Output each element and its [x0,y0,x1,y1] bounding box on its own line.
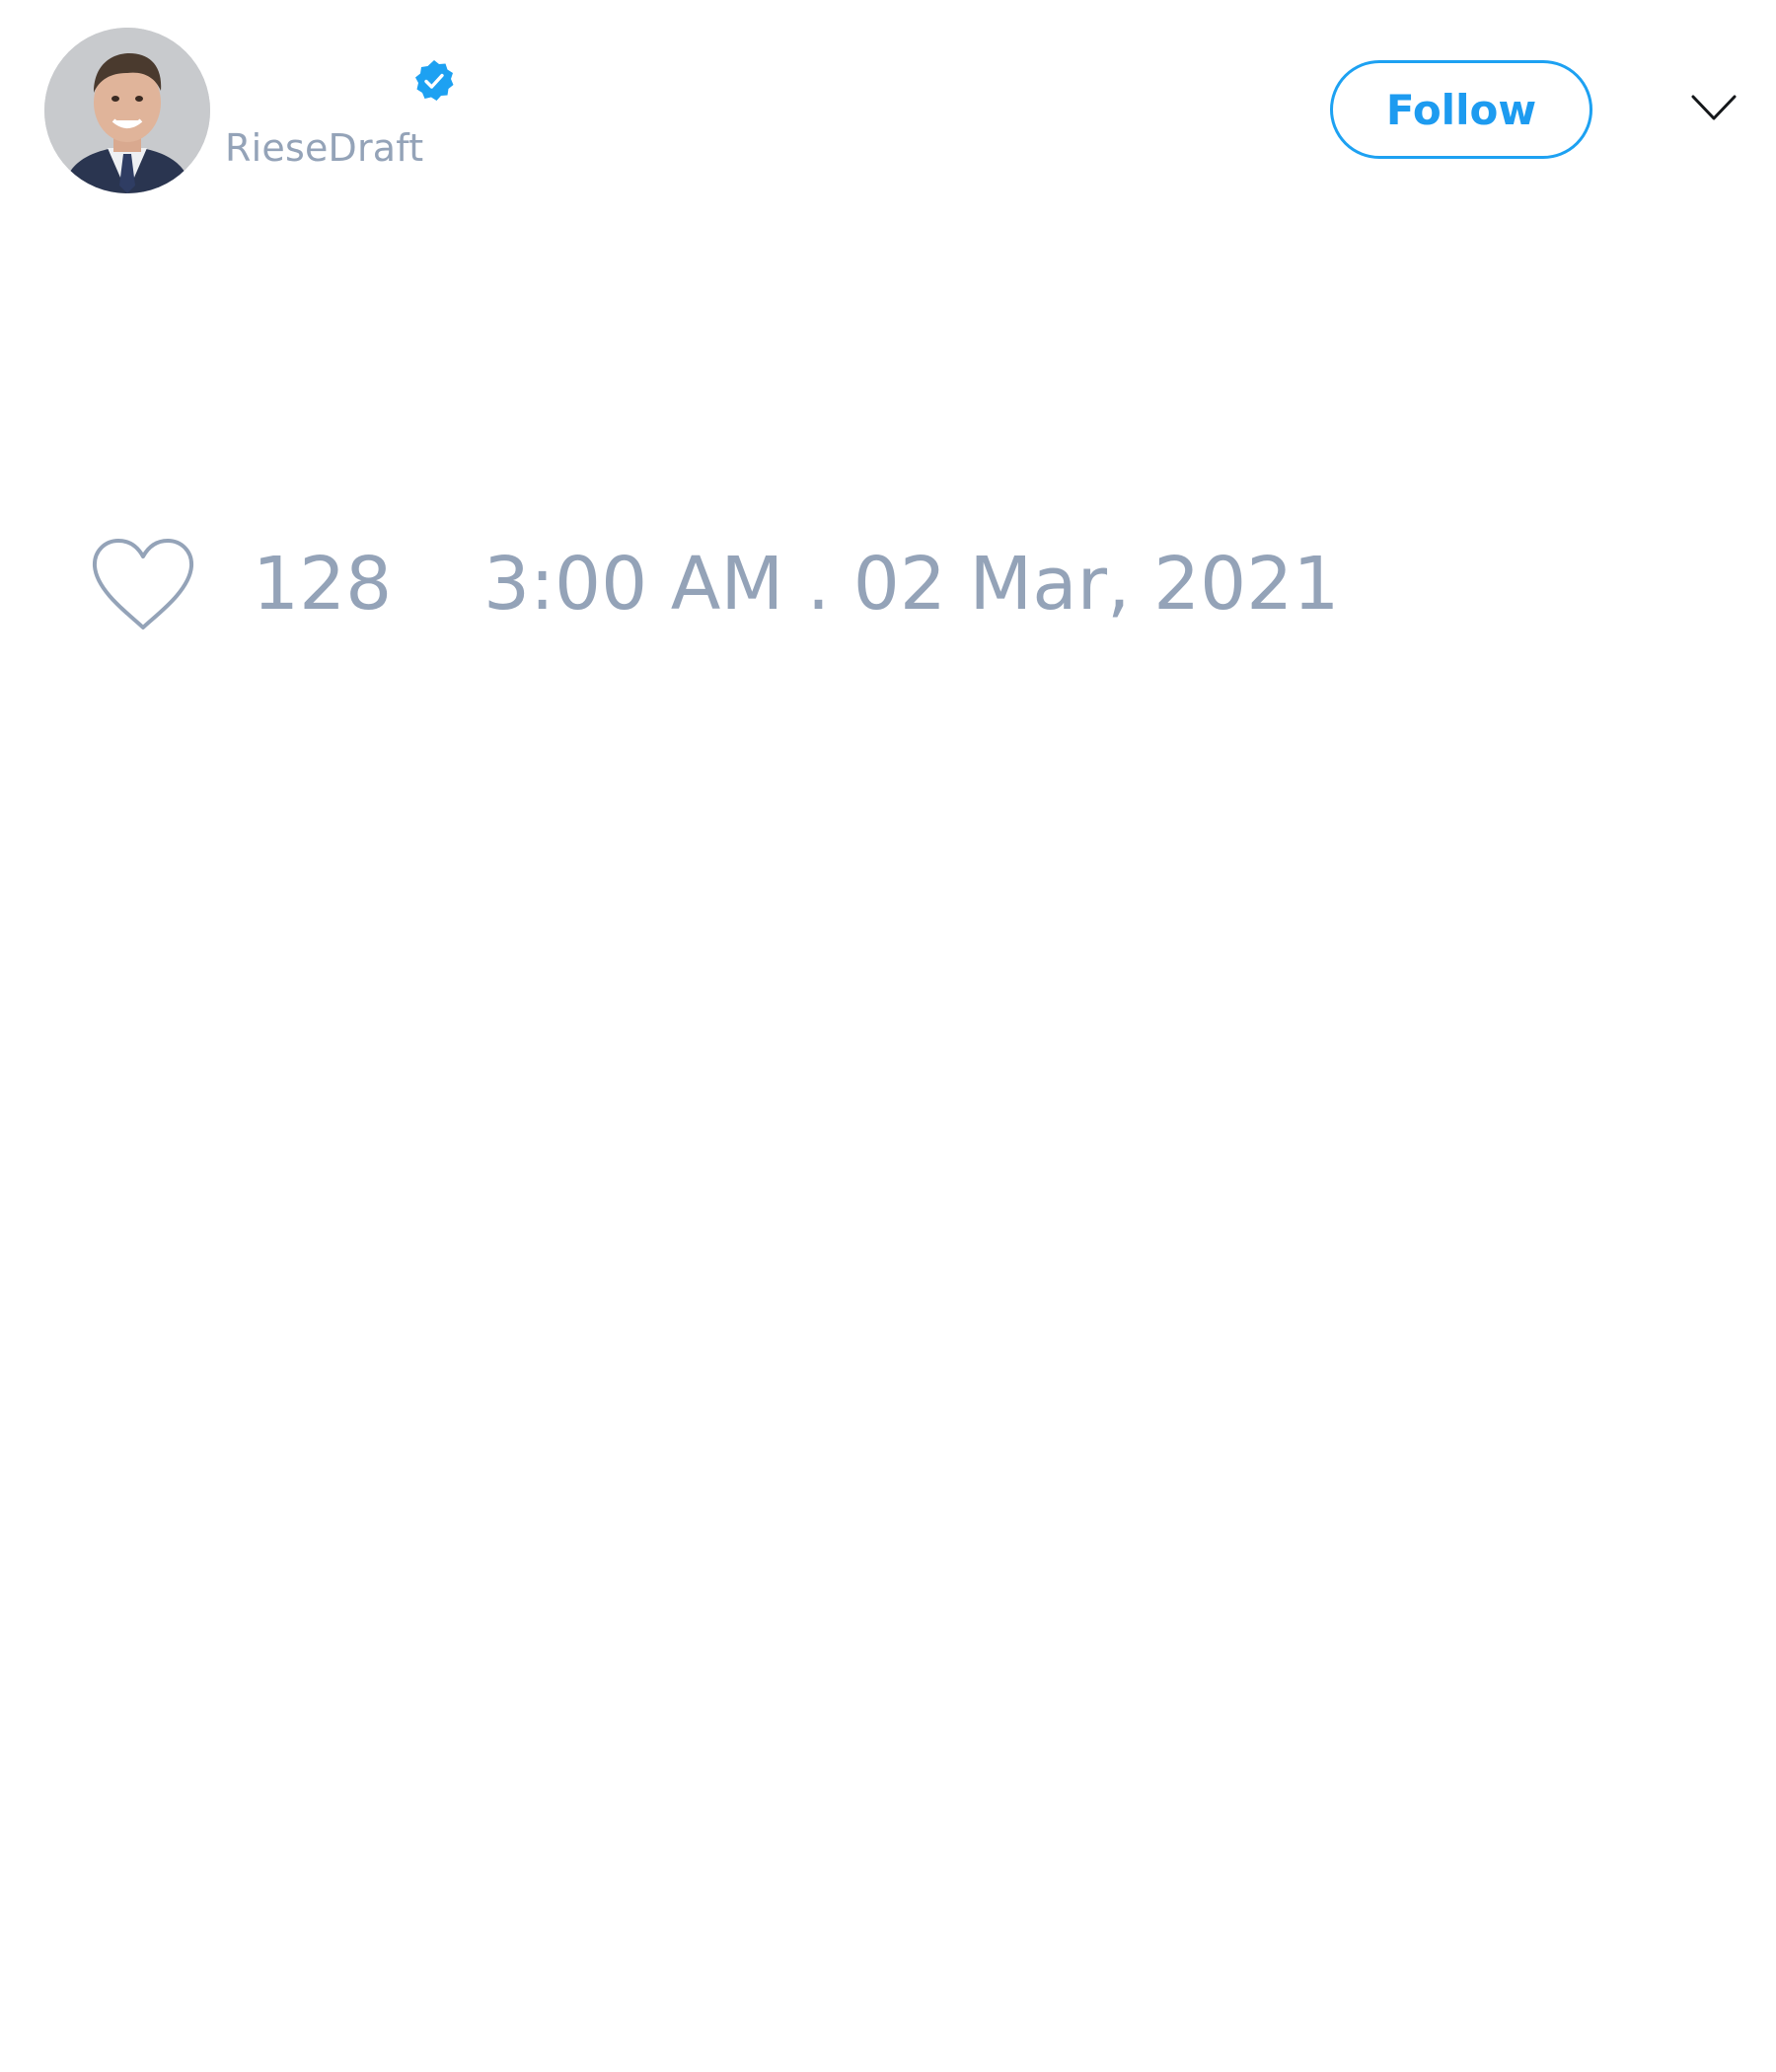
follow-button[interactable]: Follow [1330,60,1592,159]
tweet-footer: 128 3:00 AM . 02 Mar, 2021 [0,533,1776,651]
heart-icon[interactable] [89,533,197,641]
profile-photo-icon [44,28,210,193]
chevron-down-icon[interactable] [1689,89,1739,128]
username[interactable]: RieseDraft [225,126,423,170]
like-count: 128 [253,542,393,627]
verified-badge-icon [415,60,454,101]
tweet-header: RieseDraft Follow [0,0,1776,207]
avatar[interactable] [44,28,210,193]
tweet-timestamp[interactable]: 3:00 AM . 02 Mar, 2021 [483,548,1339,621]
